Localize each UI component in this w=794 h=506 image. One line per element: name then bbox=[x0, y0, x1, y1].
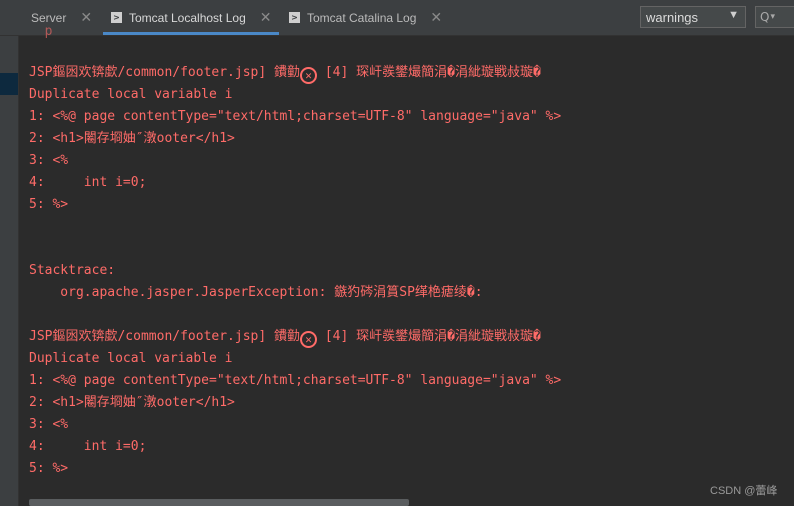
log-level-select[interactable]: warnings ▼ bbox=[640, 6, 746, 28]
console-line: 3: <% bbox=[29, 153, 69, 168]
error-icon: ✕ bbox=[300, 67, 318, 84]
console-line: 5: %> bbox=[29, 197, 69, 212]
console-line: 3: <% bbox=[29, 417, 69, 432]
close-icon[interactable]: ✕ bbox=[430, 9, 442, 26]
log-level-value: warnings bbox=[646, 9, 699, 25]
console-line: JSP鏂囦欢锛歔/common/footer.jsp] 鐨勭 ✕ [4] 琛屽彂鐢… bbox=[29, 329, 541, 348]
console-line: 1: <%@ page contentType="text/html;chars… bbox=[29, 373, 562, 388]
watermark: CSDN @蕾峰 bbox=[710, 485, 778, 497]
console-line: Duplicate local variable i bbox=[29, 351, 233, 366]
close-icon[interactable]: ✕ bbox=[80, 9, 92, 26]
console-line: 4: int i=0; bbox=[29, 439, 147, 454]
console-line: 2: <h1>闂存埛妯″潡ooter</h1> bbox=[29, 131, 235, 146]
console-line: 4: int i=0; bbox=[29, 175, 147, 190]
chevron-down-icon: ▼ bbox=[728, 9, 739, 21]
error-icon: ✕ bbox=[300, 331, 318, 348]
search-field[interactable]: Q ▾ bbox=[755, 6, 794, 28]
console-line: 5: %> bbox=[29, 461, 69, 476]
console-icon: > bbox=[289, 12, 300, 23]
horizontal-scrollbar[interactable] bbox=[29, 499, 409, 506]
console-icon: > bbox=[111, 12, 122, 23]
gutter-selection-marker bbox=[0, 73, 18, 95]
left-gutter bbox=[0, 36, 19, 506]
tab-label: Server bbox=[31, 10, 67, 25]
tab-label: Tomcat Catalina Log bbox=[307, 10, 417, 25]
search-options-icon: ▾ bbox=[770, 12, 775, 22]
tab-label: Tomcat Localhost Log bbox=[129, 10, 246, 25]
search-icon: Q bbox=[760, 10, 770, 24]
console-line: Duplicate local variable i bbox=[29, 87, 233, 102]
console-line: 2: <h1>闂存埛妯″潡ooter</h1> bbox=[29, 395, 235, 410]
console-line: 1: <%@ page contentType="text/html;chars… bbox=[29, 109, 562, 124]
console-line: Stacktrace: bbox=[29, 263, 116, 278]
console-line: p pp bbox=[29, 26, 789, 38]
console-line: JSP鏂囦欢锛歔/common/footer.jsp] 鐨勭 ✕ [4] 琛屽彂鐢… bbox=[29, 65, 541, 84]
log-console[interactable]: p pp JSP鏂囦欢锛歔/common/footer.jsp] 鐨勭 ✕ [4]… bbox=[29, 26, 789, 480]
close-icon[interactable]: ✕ bbox=[260, 9, 272, 26]
console-line: org.apache.jasper.JasperException: 鏃犳硶涓篔… bbox=[29, 285, 483, 300]
